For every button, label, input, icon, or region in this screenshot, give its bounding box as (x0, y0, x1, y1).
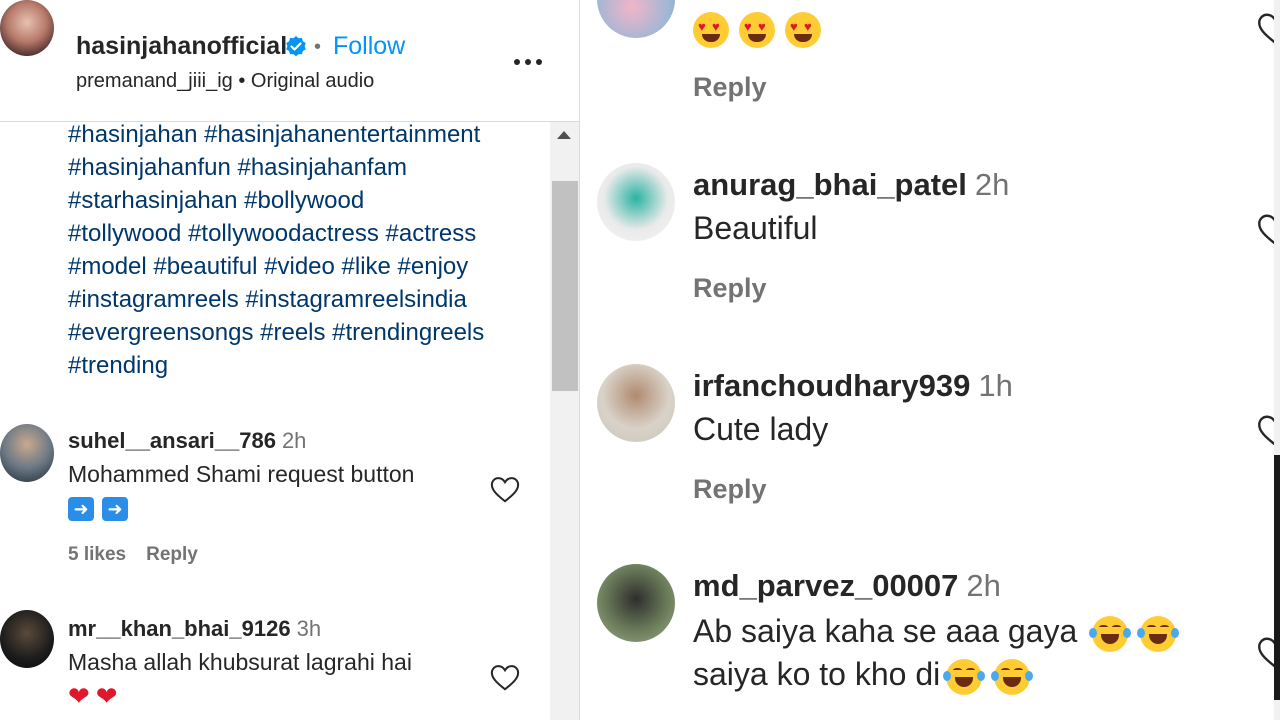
comment-text-part: Ab saiya kaha se aaa gaya (693, 613, 1078, 649)
comment-text: Mohammed Shami request button ➜ ➜ (68, 458, 414, 524)
comment-reply-button[interactable]: Reply (693, 474, 767, 505)
comment-username-row: irfanchoudhary939 1h (693, 368, 1013, 404)
comment-emoji-row: ♥ ♥ ♥ ♥ ♥ ♥ (693, 6, 831, 49)
heart-eyes-emoji-icon: ♥ ♥ (785, 11, 821, 48)
follow-button[interactable]: Follow (333, 32, 405, 61)
heart-eyes-emoji-icon: ♥ ♥ (739, 11, 775, 48)
commenter-avatar[interactable] (597, 364, 675, 442)
comment: mr__khan_bhai_9126 3h Masha allah khubsur… (0, 608, 550, 720)
commenter-avatar[interactable] (597, 0, 675, 38)
post-author-avatar[interactable] (0, 0, 54, 56)
caption-line[interactable]: #trending (68, 349, 538, 382)
comment-text-line: Masha allah khubsurat lagrahi hai (68, 649, 412, 675)
comment: suhel__ansari__786 2h Mohammed Shami requ… (0, 420, 550, 590)
comments-zoom-panel: ♥ ♥ ♥ ♥ ♥ ♥ Reply anurag_bhai_patel 2h Beautif… (581, 0, 1280, 720)
comment-username[interactable]: anurag_bhai_patel (693, 167, 967, 202)
caption-line[interactable]: #hasinjahanfun #hasinjahanfam (68, 151, 538, 184)
red-heart-emoji-icon: ❤ (95, 681, 118, 712)
comment-time: 2h (281, 428, 307, 453)
scroll-up-arrow-icon[interactable] (557, 131, 571, 139)
caption-line[interactable]: #starhasinjahan #bollywood (68, 184, 538, 217)
comment-time: 1h (978, 368, 1013, 403)
comment-reply-button[interactable]: Reply (693, 273, 767, 304)
comment-username-row: anurag_bhai_patel 2h (693, 167, 1009, 203)
commenter-avatar[interactable] (597, 163, 675, 241)
comment: md_parvez_00007 2h Ab saiya kaha se aaa g… (581, 564, 1280, 720)
commenter-avatar[interactable] (597, 564, 675, 642)
tears-of-joy-emoji-icon (943, 658, 986, 695)
separator-dot: • (314, 36, 322, 58)
tears-of-joy-emoji-icon (1089, 615, 1132, 652)
comment-reply-button[interactable]: Reply (693, 72, 767, 103)
heart-icon[interactable] (490, 664, 520, 692)
post-panel: hasinjahanofficial • Follow premanand_ji… (0, 0, 580, 720)
comment-text: Beautiful (693, 210, 818, 246)
comment-username[interactable]: mr__khan_bhai_9126 (68, 616, 291, 641)
window-edge-dark (1274, 455, 1280, 700)
heart-eyes-emoji-icon: ♥ ♥ (693, 11, 729, 48)
red-heart-emoji-icon: ❤ (68, 681, 90, 712)
audio-info[interactable]: premanand_jiii_ig • Original audio (76, 70, 374, 93)
comment-username-row: md_parvez_00007 2h (693, 568, 1001, 604)
comment-time: 3h (296, 616, 322, 641)
comment-username[interactable]: md_parvez_00007 (693, 568, 958, 603)
caption-line[interactable]: #instagramreels #instagramreelsindia (68, 283, 538, 316)
comment-username[interactable]: suhel__ansari__786 (68, 428, 276, 453)
right-arrow-emoji-icon: ➜ (102, 496, 128, 521)
scrollbar-thumb[interactable] (552, 181, 578, 391)
comment: irfanchoudhary939 1h Cute lady Reply (581, 364, 1280, 514)
comment-username-row: suhel__ansari__786 2h (68, 428, 306, 454)
caption-line[interactable]: #model #beautiful #video #like #enjoy (68, 250, 538, 283)
comment-emoji-row: ❤ ❤ (68, 679, 412, 713)
commenter-avatar[interactable] (0, 610, 54, 668)
tears-of-joy-emoji-icon (1137, 615, 1180, 652)
verified-badge-icon (286, 36, 306, 57)
comment-username-row: mr__khan_bhai_9126 3h (68, 616, 321, 642)
comment-text-line: Mohammed Shami request button (68, 461, 415, 487)
post-header: hasinjahanofficial • Follow premanand_ji… (0, 0, 579, 122)
comment-time: 2h (966, 568, 1001, 603)
comment: ♥ ♥ ♥ ♥ ♥ ♥ Reply (581, 0, 1280, 110)
caption-line[interactable]: #tollywood #tollywoodactress #actress (68, 217, 538, 250)
right-arrow-emoji-icon: ➜ (68, 496, 94, 521)
tears-of-joy-emoji-icon (991, 658, 1034, 695)
comment-time: 2h (974, 167, 1010, 202)
comment-likes[interactable]: 5 likes (68, 544, 126, 565)
comment-reply-button[interactable]: Reply (146, 544, 198, 565)
post-username[interactable]: hasinjahanofficial (76, 32, 287, 61)
comment-text-part: saiya ko to kho di (693, 656, 941, 692)
caption-line[interactable]: #evergreensongs #reels #trendingreels (68, 316, 538, 349)
comment-text-line: saiya ko to kho di (693, 653, 1182, 696)
heart-icon[interactable] (490, 476, 520, 504)
caption-line[interactable]: #hasinjahan #hasinjahanentertainment (68, 118, 538, 151)
comment-text: Ab saiya kaha se aaa gaya saiya ko to kh… (693, 610, 1182, 696)
comment-emoji-row: ➜ ➜ (68, 491, 414, 524)
comment-text-line: Ab saiya kaha se aaa gaya (693, 610, 1182, 653)
commenter-avatar[interactable] (0, 424, 54, 482)
comment-text: Masha allah khubsurat lagrahi hai ❤ ❤ (68, 646, 412, 713)
comment-username[interactable]: irfanchoudhary939 (693, 368, 970, 403)
comment-meta: 5 likes Reply (68, 544, 218, 566)
post-caption: #hasinjahan #hasinjahanentertainment #ha… (68, 118, 538, 382)
more-options-icon[interactable] (512, 52, 544, 72)
comment-text: Cute lady (693, 411, 829, 447)
comment: anurag_bhai_patel 2h Beautiful Reply (581, 163, 1280, 313)
